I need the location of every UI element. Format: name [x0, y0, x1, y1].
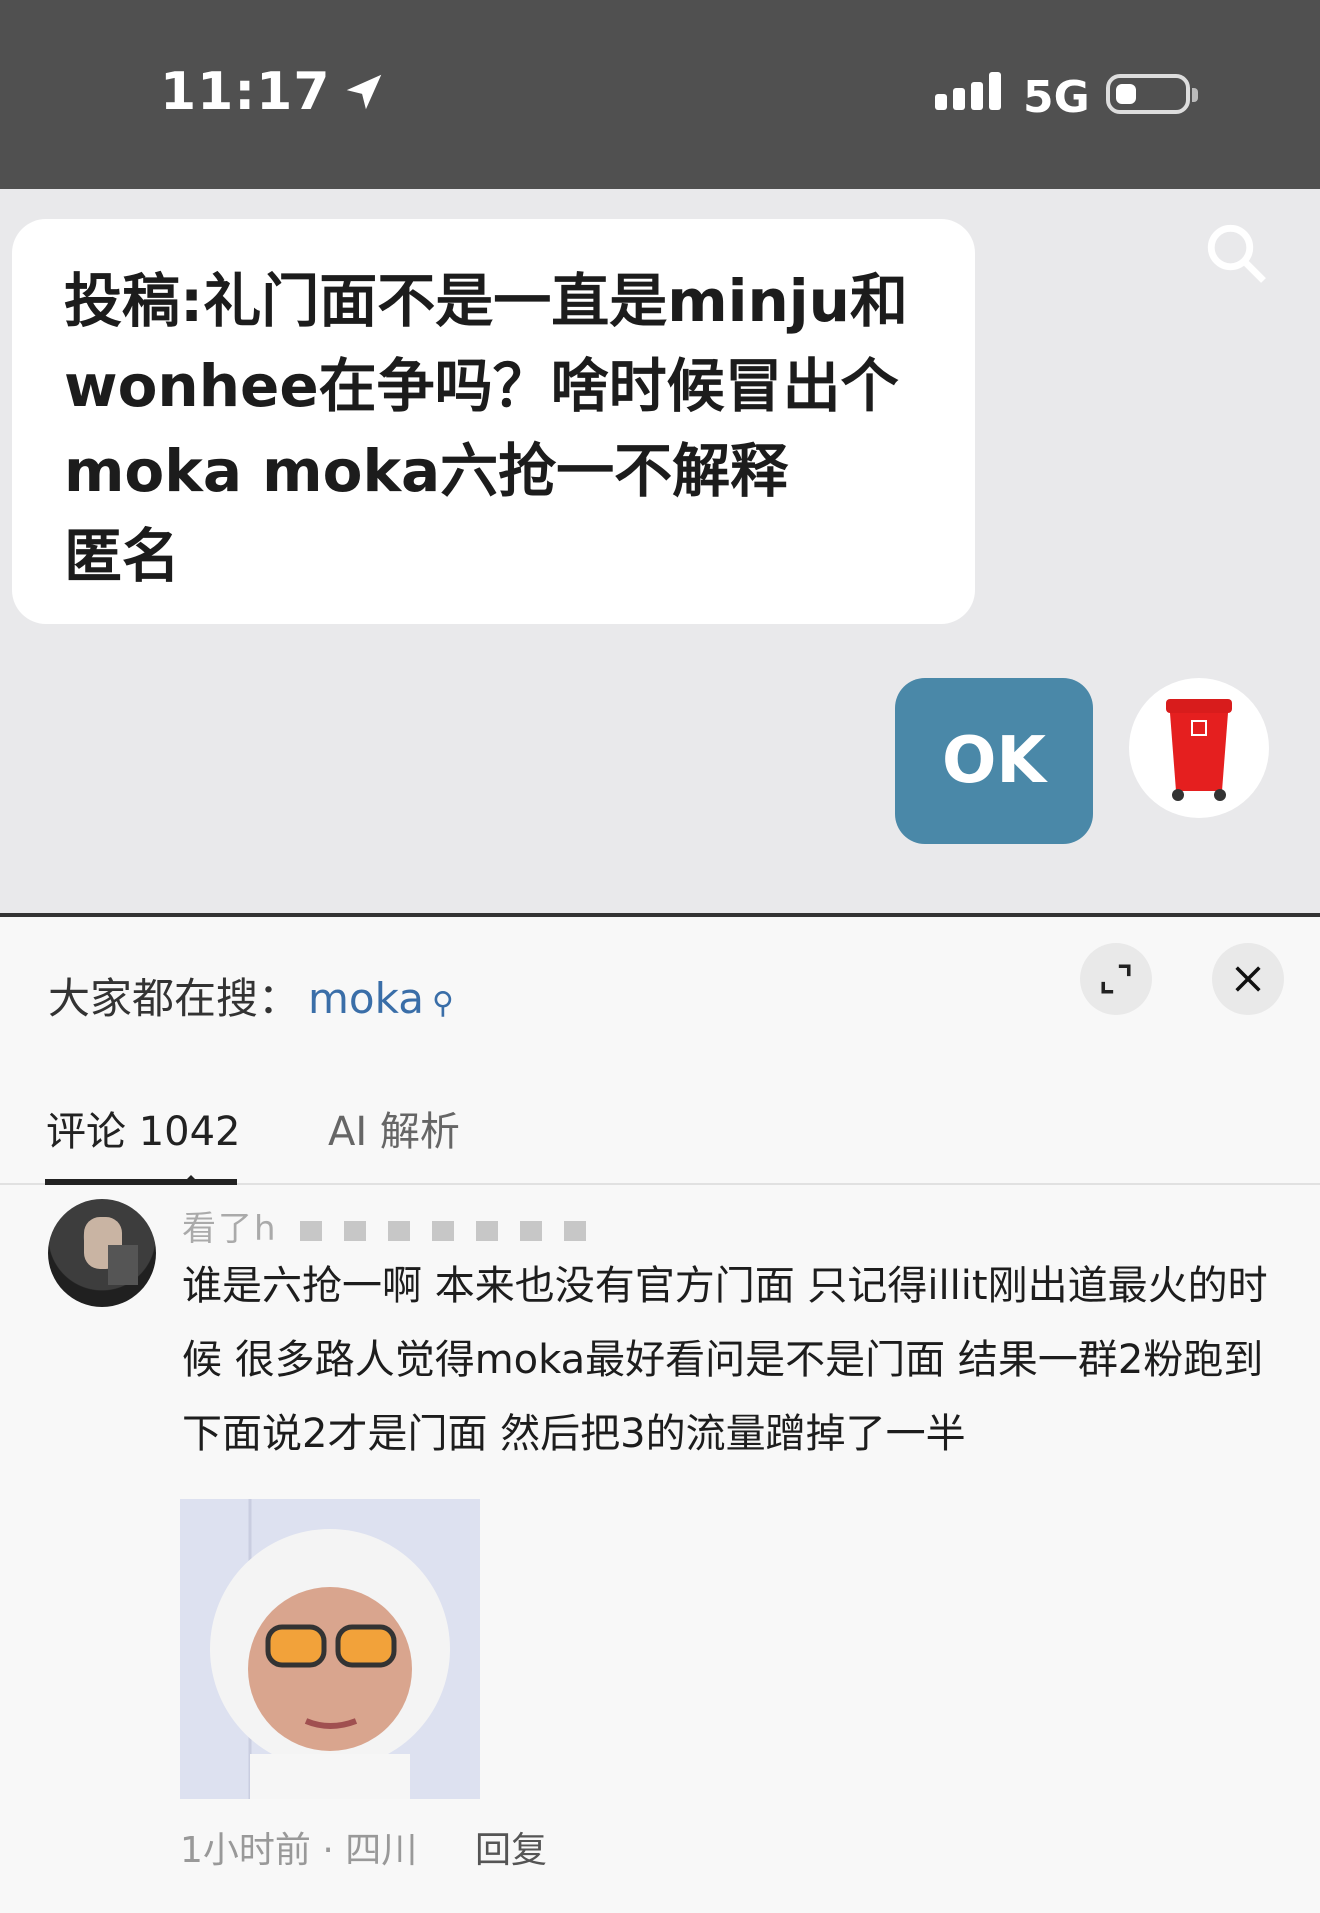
status-bar: 11:17 5G	[0, 0, 1320, 189]
tab-comments[interactable]: 评论 1042	[46, 1099, 241, 1157]
trending-search-icon: ⚲	[431, 986, 454, 1021]
location-arrow-icon	[346, 74, 381, 110]
comment-text: 谁是六抢一啊 本来也没有官方门面 只记得illit刚出道最火的时候 很多路人觉得…	[182, 1263, 1268, 1457]
reply-button[interactable]: 回复	[475, 1821, 547, 1873]
trending-prefix: 大家都在搜：	[48, 974, 301, 1023]
comment-photo[interactable]	[180, 1499, 480, 1799]
post-area: 投稿:礼门面不是一直是minju和 wonhee在争吗？啥时候冒出个 moka …	[0, 189, 1320, 913]
post-line: moka moka六抢一不解释	[64, 437, 789, 505]
red-trash-bin-icon	[1166, 699, 1232, 801]
person-photo	[180, 1499, 480, 1799]
expand-button[interactable]	[1080, 943, 1152, 1015]
network-label: 5G	[1023, 72, 1090, 123]
close-icon	[1235, 966, 1261, 992]
status-time: 11:17	[160, 62, 387, 122]
post-bubble: 投稿:礼门面不是一直是minju和 wonhee在争吗？啥时候冒出个 moka …	[12, 219, 975, 624]
post-line: 投稿:礼门面不是一直是minju和	[64, 267, 908, 335]
active-tab-indicator	[45, 1175, 237, 1185]
avatar[interactable]	[48, 1199, 156, 1307]
search-icon[interactable]	[1203, 220, 1269, 286]
post-line: wonhee在争吗？啥时候冒出个	[64, 352, 899, 420]
signal-bars-icon	[935, 72, 1001, 110]
trending-term[interactable]: moka	[308, 974, 424, 1023]
comment-username[interactable]: 看了h	[182, 1201, 278, 1250]
battery-low-icon	[1106, 74, 1198, 114]
trash-bin-button[interactable]	[1129, 678, 1269, 818]
trending-search[interactable]: 大家都在搜： moka ⚲	[48, 965, 454, 1026]
comment-tabs: 评论 1042 AI 解析	[0, 1087, 1320, 1185]
expand-icon	[1101, 964, 1131, 994]
tab-ai-analysis[interactable]: AI 解析	[328, 1099, 460, 1157]
blurred-username	[300, 1221, 586, 1241]
comment-sheet: 大家都在搜： moka ⚲ 评论 1042 AI 解析 看了h 谁是六抢一啊 本…	[0, 917, 1320, 1913]
ok-label: OK	[942, 724, 1046, 798]
close-button[interactable]	[1212, 943, 1284, 1015]
comment-meta: 1小时前 · 四川	[180, 1830, 418, 1871]
status-time-text: 11:17	[160, 62, 331, 122]
ok-button[interactable]: OK	[895, 678, 1093, 844]
post-line: 匿名	[64, 522, 181, 590]
